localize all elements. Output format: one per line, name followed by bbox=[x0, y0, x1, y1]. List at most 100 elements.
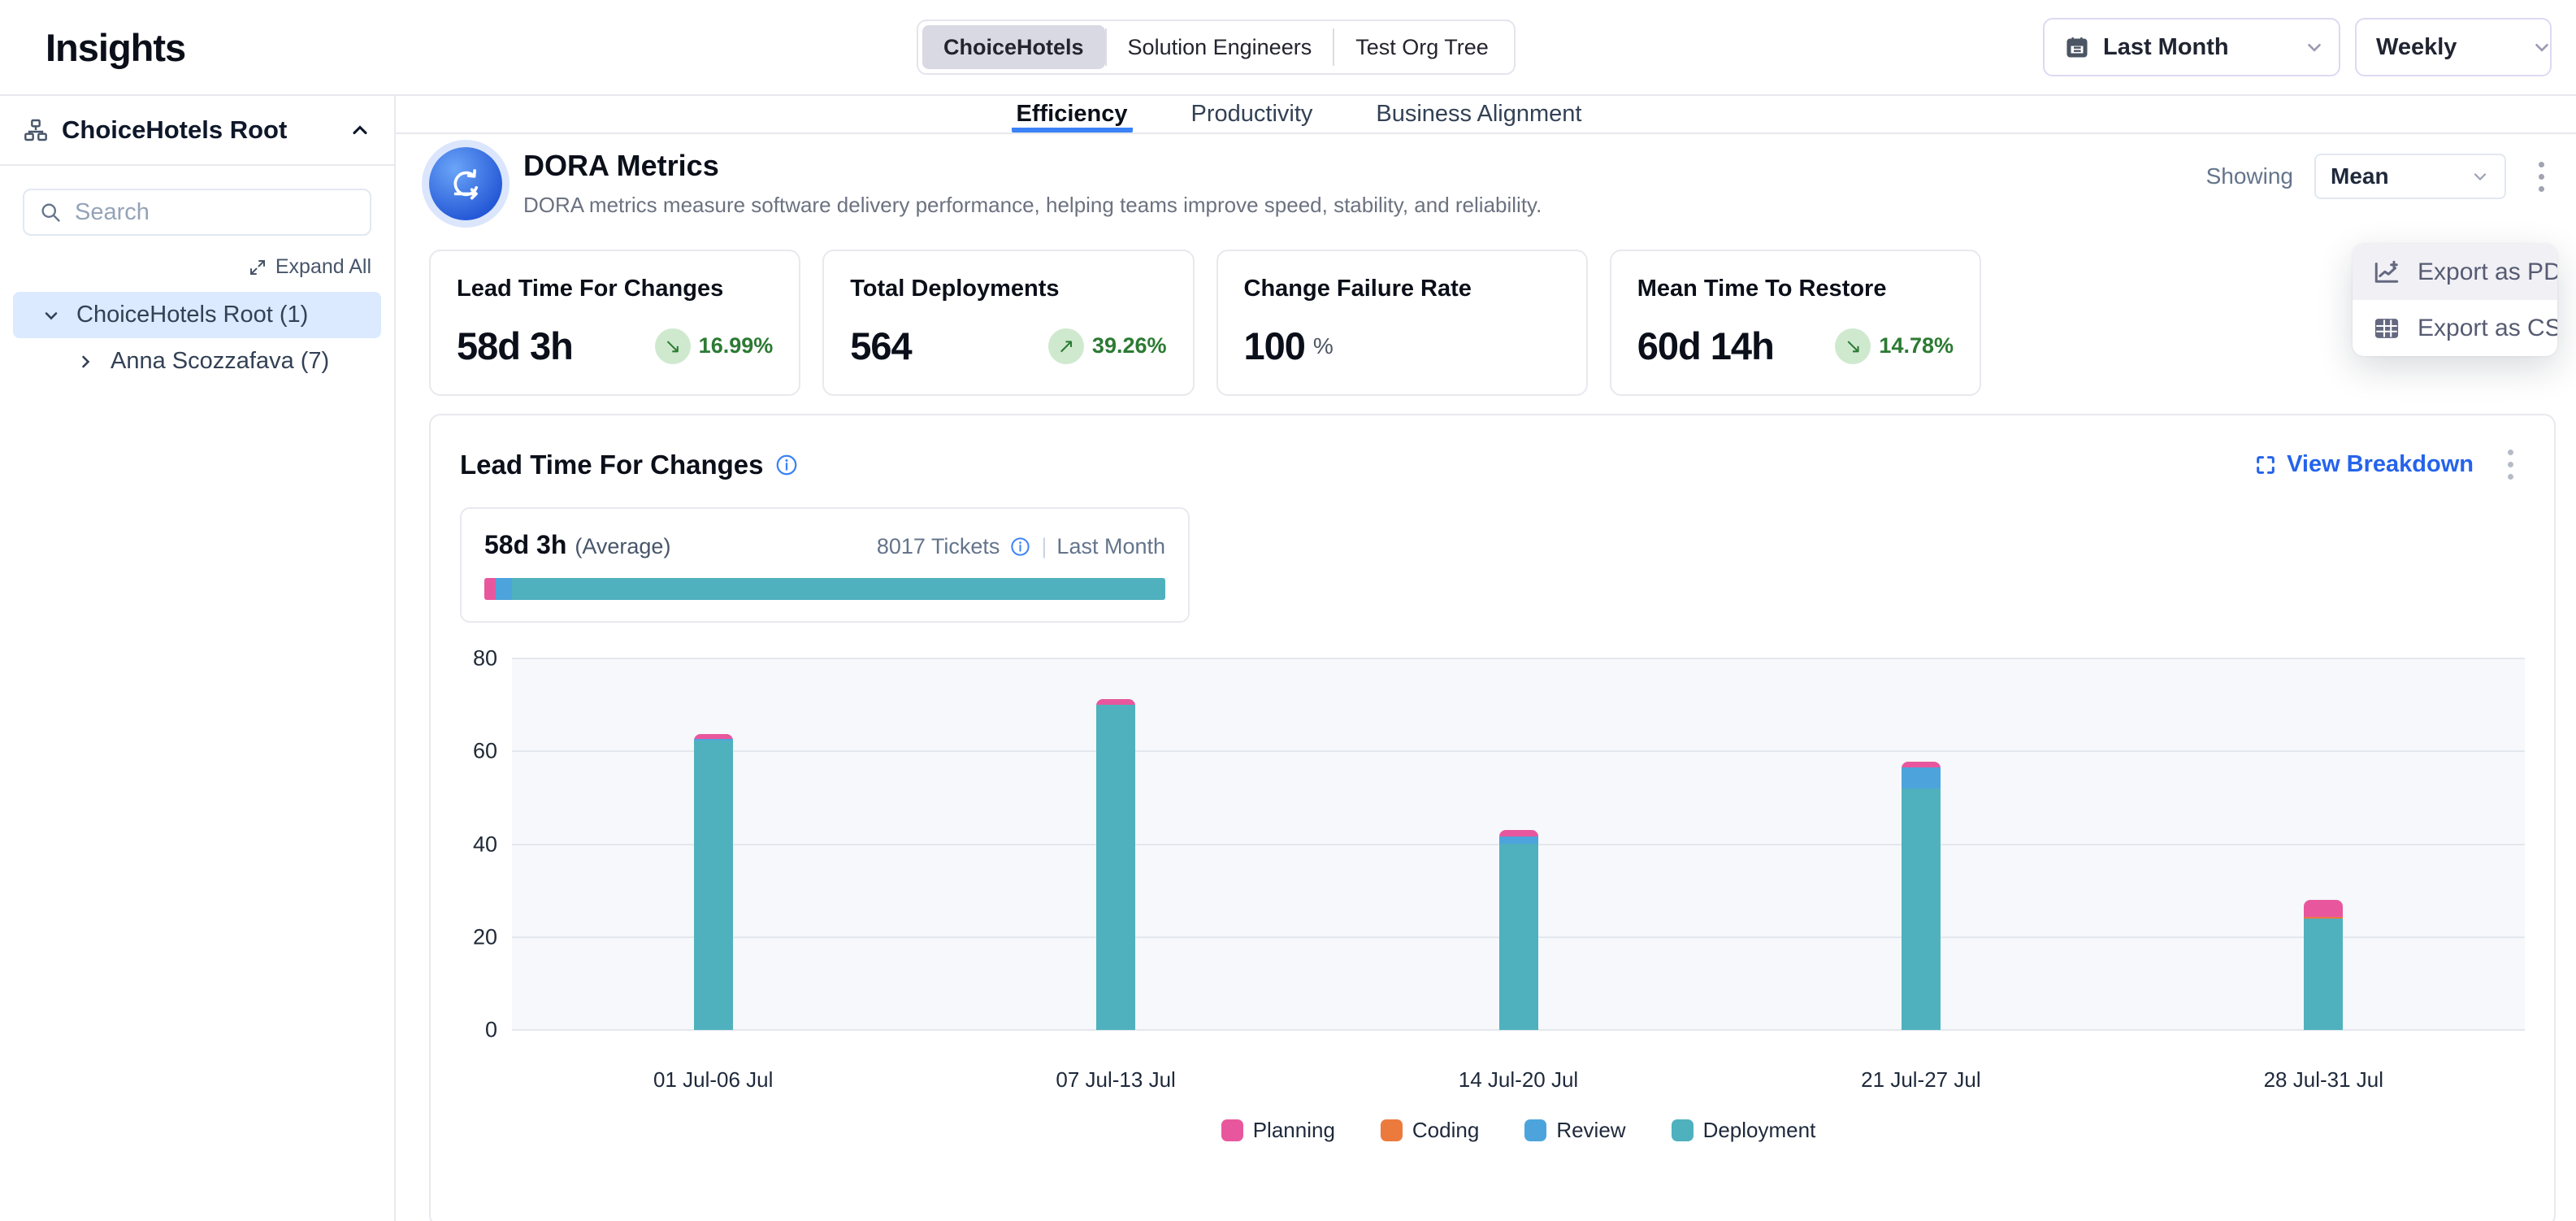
trend-down-icon: ↘ bbox=[1835, 328, 1871, 364]
y-tick-label: 80 bbox=[473, 646, 497, 671]
metric-card-value: 58d 3h bbox=[457, 324, 573, 368]
legend-swatch bbox=[1381, 1119, 1403, 1141]
bar-segment-planning bbox=[1499, 830, 1538, 836]
progress-segment-review bbox=[496, 578, 511, 600]
chart-legend: PlanningCodingReviewDeployment bbox=[512, 1118, 2525, 1143]
tree-item-anna-scozzafava-7[interactable]: Anna Scozzafava (7) bbox=[13, 338, 381, 385]
tree-item-choicehotels-root-1[interactable]: ChoiceHotels Root (1) bbox=[13, 292, 381, 338]
aggregation-value: Mean bbox=[2331, 163, 2470, 189]
bar-segment-planning bbox=[2304, 900, 2343, 917]
chevron-down-icon bbox=[2304, 37, 2325, 58]
menu-item-label: Export as PDF bbox=[2418, 259, 2557, 286]
top-bar: Insights ChoiceHotelsSolution EngineersT… bbox=[0, 0, 2576, 96]
metric-card-value-row: 564↗39.26% bbox=[850, 324, 1166, 368]
expand-icon bbox=[248, 258, 267, 277]
legend-item-coding: Coding bbox=[1381, 1118, 1479, 1143]
date-range-dropdown[interactable]: Last Month bbox=[2043, 18, 2340, 76]
app-title: Insights bbox=[46, 25, 185, 70]
average-label: (Average) bbox=[575, 534, 670, 559]
sidebar-header: ChoiceHotels Root bbox=[0, 96, 394, 166]
metric-card-value-row: 100% bbox=[1244, 324, 1560, 368]
section-tabs: Efficiency Productivity Business Alignment bbox=[396, 96, 2576, 134]
menu-item-export-as-csv[interactable]: Export as CSV bbox=[2353, 300, 2557, 356]
tickets-count: 8017 Tickets bbox=[877, 534, 1000, 559]
trend-up-icon: ↗ bbox=[1048, 328, 1084, 364]
chevron-right-icon[interactable] bbox=[75, 352, 96, 372]
tab-efficiency[interactable]: Efficiency bbox=[1012, 96, 1133, 133]
bar-segment-deployment bbox=[694, 741, 733, 1030]
menu-item-export-as-pdf[interactable]: Export as PDF bbox=[2353, 244, 2557, 300]
metric-cards-row: Lead Time For Changes 58d 3h ↘16.99% Total … bbox=[429, 250, 1981, 396]
chevron-down-icon bbox=[2531, 37, 2552, 58]
expand-all-button[interactable]: Expand All bbox=[248, 255, 371, 279]
y-tick-label: 40 bbox=[473, 832, 497, 857]
org-tab-test-org-tree[interactable]: Test Org Tree bbox=[1334, 25, 1510, 69]
lead-time-chart-card: Lead Time For Changes View Breakdown bbox=[429, 414, 2556, 1221]
metric-card-value: 100 bbox=[1244, 324, 1305, 368]
info-icon[interactable] bbox=[1009, 536, 1031, 558]
metric-card-lead-time-for-changes: Lead Time For Changes 58d 3h ↘16.99% bbox=[429, 250, 800, 396]
metric-card-mean-time-to-restore: Mean Time To Restore60d 14h↘14.78% bbox=[1610, 250, 1981, 396]
x-tick-label: 28 Jul-31 Jul bbox=[2264, 1067, 2383, 1093]
metric-card-value-row: 60d 14h↘14.78% bbox=[1637, 324, 1954, 368]
dora-kebab-menu-icon[interactable] bbox=[2527, 155, 2556, 198]
tab-productivity[interactable]: Productivity bbox=[1186, 96, 1318, 133]
org-sidebar: ChoiceHotels Root Expand All bbox=[0, 96, 396, 1221]
menu-item-label: Export as CSV bbox=[2418, 315, 2557, 342]
progress-segment-planning bbox=[484, 578, 496, 600]
bar-28-jul-31-jul[interactable] bbox=[2304, 900, 2343, 1030]
insights-page: Insights ChoiceHotelsSolution EngineersT… bbox=[0, 0, 2576, 1221]
legend-label: Planning bbox=[1253, 1118, 1335, 1143]
legend-label: Deployment bbox=[1703, 1118, 1816, 1143]
bar-21-jul-27-jul[interactable] bbox=[1902, 762, 1941, 1030]
tab-business-alignment[interactable]: Business Alignment bbox=[1371, 96, 1586, 133]
period-label: Last Month bbox=[1056, 534, 1165, 559]
search-input[interactable] bbox=[75, 199, 355, 226]
org-tab-choicehotels[interactable]: ChoiceHotels bbox=[922, 25, 1105, 69]
x-tick-label: 01 Jul-06 Jul bbox=[653, 1067, 773, 1093]
trend-down-icon: ↘ bbox=[655, 328, 691, 364]
sidebar-search[interactable] bbox=[23, 189, 371, 236]
metric-card-total-deployments: Total Deployments564↗39.26% bbox=[822, 250, 1194, 396]
org-tab-solution-engineers[interactable]: Solution Engineers bbox=[1107, 25, 1334, 69]
chevron-down-icon[interactable] bbox=[41, 306, 62, 325]
y-tick-label: 0 bbox=[485, 1018, 497, 1043]
chevron-up-icon[interactable] bbox=[349, 119, 371, 141]
gridline bbox=[512, 750, 2525, 752]
expand-all-label: Expand All bbox=[275, 255, 371, 279]
metric-card-value: 564 bbox=[850, 324, 911, 368]
chart-kebab-menu-icon[interactable] bbox=[2496, 443, 2525, 486]
calendar-icon bbox=[2064, 34, 2090, 60]
legend-swatch bbox=[1672, 1119, 1693, 1141]
metric-card-title: Mean Time To Restore bbox=[1637, 276, 1954, 302]
progress-segment-deployment bbox=[512, 578, 1165, 600]
sidebar-title: ChoiceHotels Root bbox=[62, 115, 336, 145]
granularity-dropdown[interactable]: Weekly bbox=[2355, 18, 2552, 76]
bar-segment-planning bbox=[1902, 762, 1941, 767]
y-tick-label: 20 bbox=[473, 924, 497, 949]
granularity-value: Weekly bbox=[2376, 34, 2457, 61]
metric-card-title: Change Failure Rate bbox=[1244, 276, 1560, 302]
dora-title: DORA Metrics bbox=[523, 149, 1542, 183]
table-icon bbox=[2372, 314, 2401, 343]
chart-title: Lead Time For Changes bbox=[460, 450, 763, 480]
metric-card-title: Total Deployments bbox=[850, 276, 1166, 302]
bar-01-jul-06-jul[interactable] bbox=[694, 734, 733, 1030]
aggregation-dropdown[interactable]: Mean bbox=[2314, 154, 2506, 199]
y-tick-label: 60 bbox=[473, 739, 497, 764]
trend-percentage: 14.78% bbox=[1879, 333, 1954, 358]
view-breakdown-button[interactable]: View Breakdown bbox=[2254, 451, 2474, 478]
trend-badge: ↘16.99% bbox=[655, 328, 774, 364]
lead-time-bar-chart: 020406080 bbox=[460, 658, 2525, 1030]
org-tree-icon bbox=[23, 117, 49, 143]
dora-cycle-icon bbox=[429, 147, 502, 220]
view-breakdown-label: View Breakdown bbox=[2287, 451, 2474, 478]
info-icon[interactable] bbox=[774, 453, 799, 477]
plot-area bbox=[512, 658, 2525, 1030]
date-range-value: Last Month bbox=[2103, 34, 2229, 61]
org-tree: ChoiceHotels Root (1)Anna Scozzafava (7) bbox=[13, 292, 381, 385]
metric-card-title: Lead Time For Changes bbox=[457, 276, 773, 302]
bar-14-jul-20-jul[interactable] bbox=[1499, 830, 1538, 1030]
metric-card-change-failure-rate: Change Failure Rate 100% bbox=[1216, 250, 1588, 396]
bar-07-jul-13-jul[interactable] bbox=[1096, 699, 1135, 1030]
